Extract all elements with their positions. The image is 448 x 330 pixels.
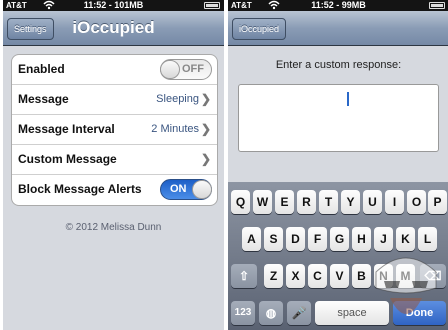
shift-key[interactable]: ⇧ [231, 264, 257, 288]
key-i[interactable]: I [385, 190, 404, 214]
row-value: Sleeping [156, 93, 199, 105]
copyright-footer: © 2012 Melissa Dunn [65, 222, 162, 233]
globe-icon: ◍ [265, 306, 277, 320]
custom-response-prompt: Enter a custom response: [275, 59, 402, 71]
status-time: 11:52 - 99MB [311, 0, 366, 10]
battery-icon [204, 2, 220, 9]
done-key[interactable]: Done [393, 301, 446, 325]
row-message-interval[interactable]: Message Interval 2 Minutes ❯ [12, 115, 217, 145]
key-x[interactable]: X [286, 264, 305, 288]
text-cursor [347, 92, 349, 106]
toggle-knob [160, 60, 180, 79]
battery-icon [429, 2, 445, 9]
key-r[interactable]: R [297, 190, 316, 214]
key-t[interactable]: T [319, 190, 338, 214]
key-q[interactable]: Q [231, 190, 250, 214]
key-y[interactable]: Y [341, 190, 360, 214]
key-w[interactable]: W [253, 190, 272, 214]
block-alerts-toggle[interactable]: ON [160, 179, 212, 200]
status-bar: AT&T 11:52 - 99MB [228, 0, 448, 11]
key-n[interactable]: N [374, 264, 393, 288]
row-label: Block Message Alerts [18, 182, 142, 196]
key-v[interactable]: V [330, 264, 349, 288]
ioccupied-back-button[interactable]: iOccupied [232, 18, 287, 40]
key-j[interactable]: J [374, 227, 393, 251]
row-label: Message [18, 92, 69, 106]
numbers-key[interactable]: 123 [231, 301, 255, 325]
key-e[interactable]: E [275, 190, 294, 214]
globe-key[interactable]: ◍ [259, 301, 283, 325]
navigation-bar: Settings iOccupied [3, 11, 224, 46]
key-h[interactable]: H [352, 227, 371, 251]
custom-message-screen: AT&T 11:52 - 99MB iOccupied Enter a cust… [228, 0, 448, 330]
space-key[interactable]: space [315, 301, 389, 325]
shift-icon: ⇧ [238, 269, 250, 283]
key-c[interactable]: C [308, 264, 327, 288]
key-o[interactable]: O [407, 190, 426, 214]
toggle-text: ON [170, 183, 187, 195]
toggle-knob [192, 180, 212, 199]
chevron-right-icon: ❯ [200, 152, 211, 166]
navigation-bar: iOccupied [228, 11, 448, 46]
row-custom-message[interactable]: Custom Message ❯ [12, 145, 217, 175]
row-message[interactable]: Message Sleeping ❯ [12, 85, 217, 115]
status-bar: AT&T 11:52 - 101MB [3, 0, 224, 11]
key-s[interactable]: S [264, 227, 283, 251]
keyboard: Q W E R T Y U I O P A S D F G H J K L ⇧ … [228, 182, 448, 330]
settings-screen: AT&T 11:52 - 101MB Settings iOccupied En… [3, 0, 224, 330]
key-p[interactable]: P [428, 190, 447, 214]
delete-key[interactable]: ⌫ [420, 264, 446, 288]
row-label: Enabled [18, 62, 65, 76]
status-time: 11:52 - 101MB [83, 0, 144, 10]
page-title: iOccupied [72, 18, 155, 37]
row-label: Message Interval [18, 122, 115, 136]
key-d[interactable]: D [286, 227, 305, 251]
row-block-message-alerts: Block Message Alerts ON [12, 175, 217, 205]
row-label: Custom Message [18, 152, 117, 166]
toggle-text: OFF [182, 63, 204, 75]
enabled-toggle[interactable]: OFF [160, 59, 212, 80]
chevron-right-icon: ❯ [200, 122, 211, 136]
delete-icon: ⌫ [424, 269, 442, 283]
custom-response-input[interactable] [238, 84, 439, 152]
key-l[interactable]: L [418, 227, 437, 251]
key-u[interactable]: U [363, 190, 382, 214]
microphone-key[interactable]: 🎤 [287, 301, 311, 325]
key-a[interactable]: A [242, 227, 261, 251]
key-g[interactable]: G [330, 227, 349, 251]
row-enabled: Enabled OFF [12, 55, 217, 85]
key-z[interactable]: Z [264, 264, 283, 288]
chevron-right-icon: ❯ [200, 92, 211, 106]
microphone-icon: 🎤 [291, 306, 307, 320]
key-f[interactable]: F [308, 227, 327, 251]
key-k[interactable]: K [396, 227, 415, 251]
key-b[interactable]: B [352, 264, 371, 288]
settings-group: Enabled OFF Message Sleeping ❯ Message I… [11, 54, 218, 206]
row-value: 2 Minutes [151, 123, 199, 135]
key-m[interactable]: M [396, 264, 415, 288]
